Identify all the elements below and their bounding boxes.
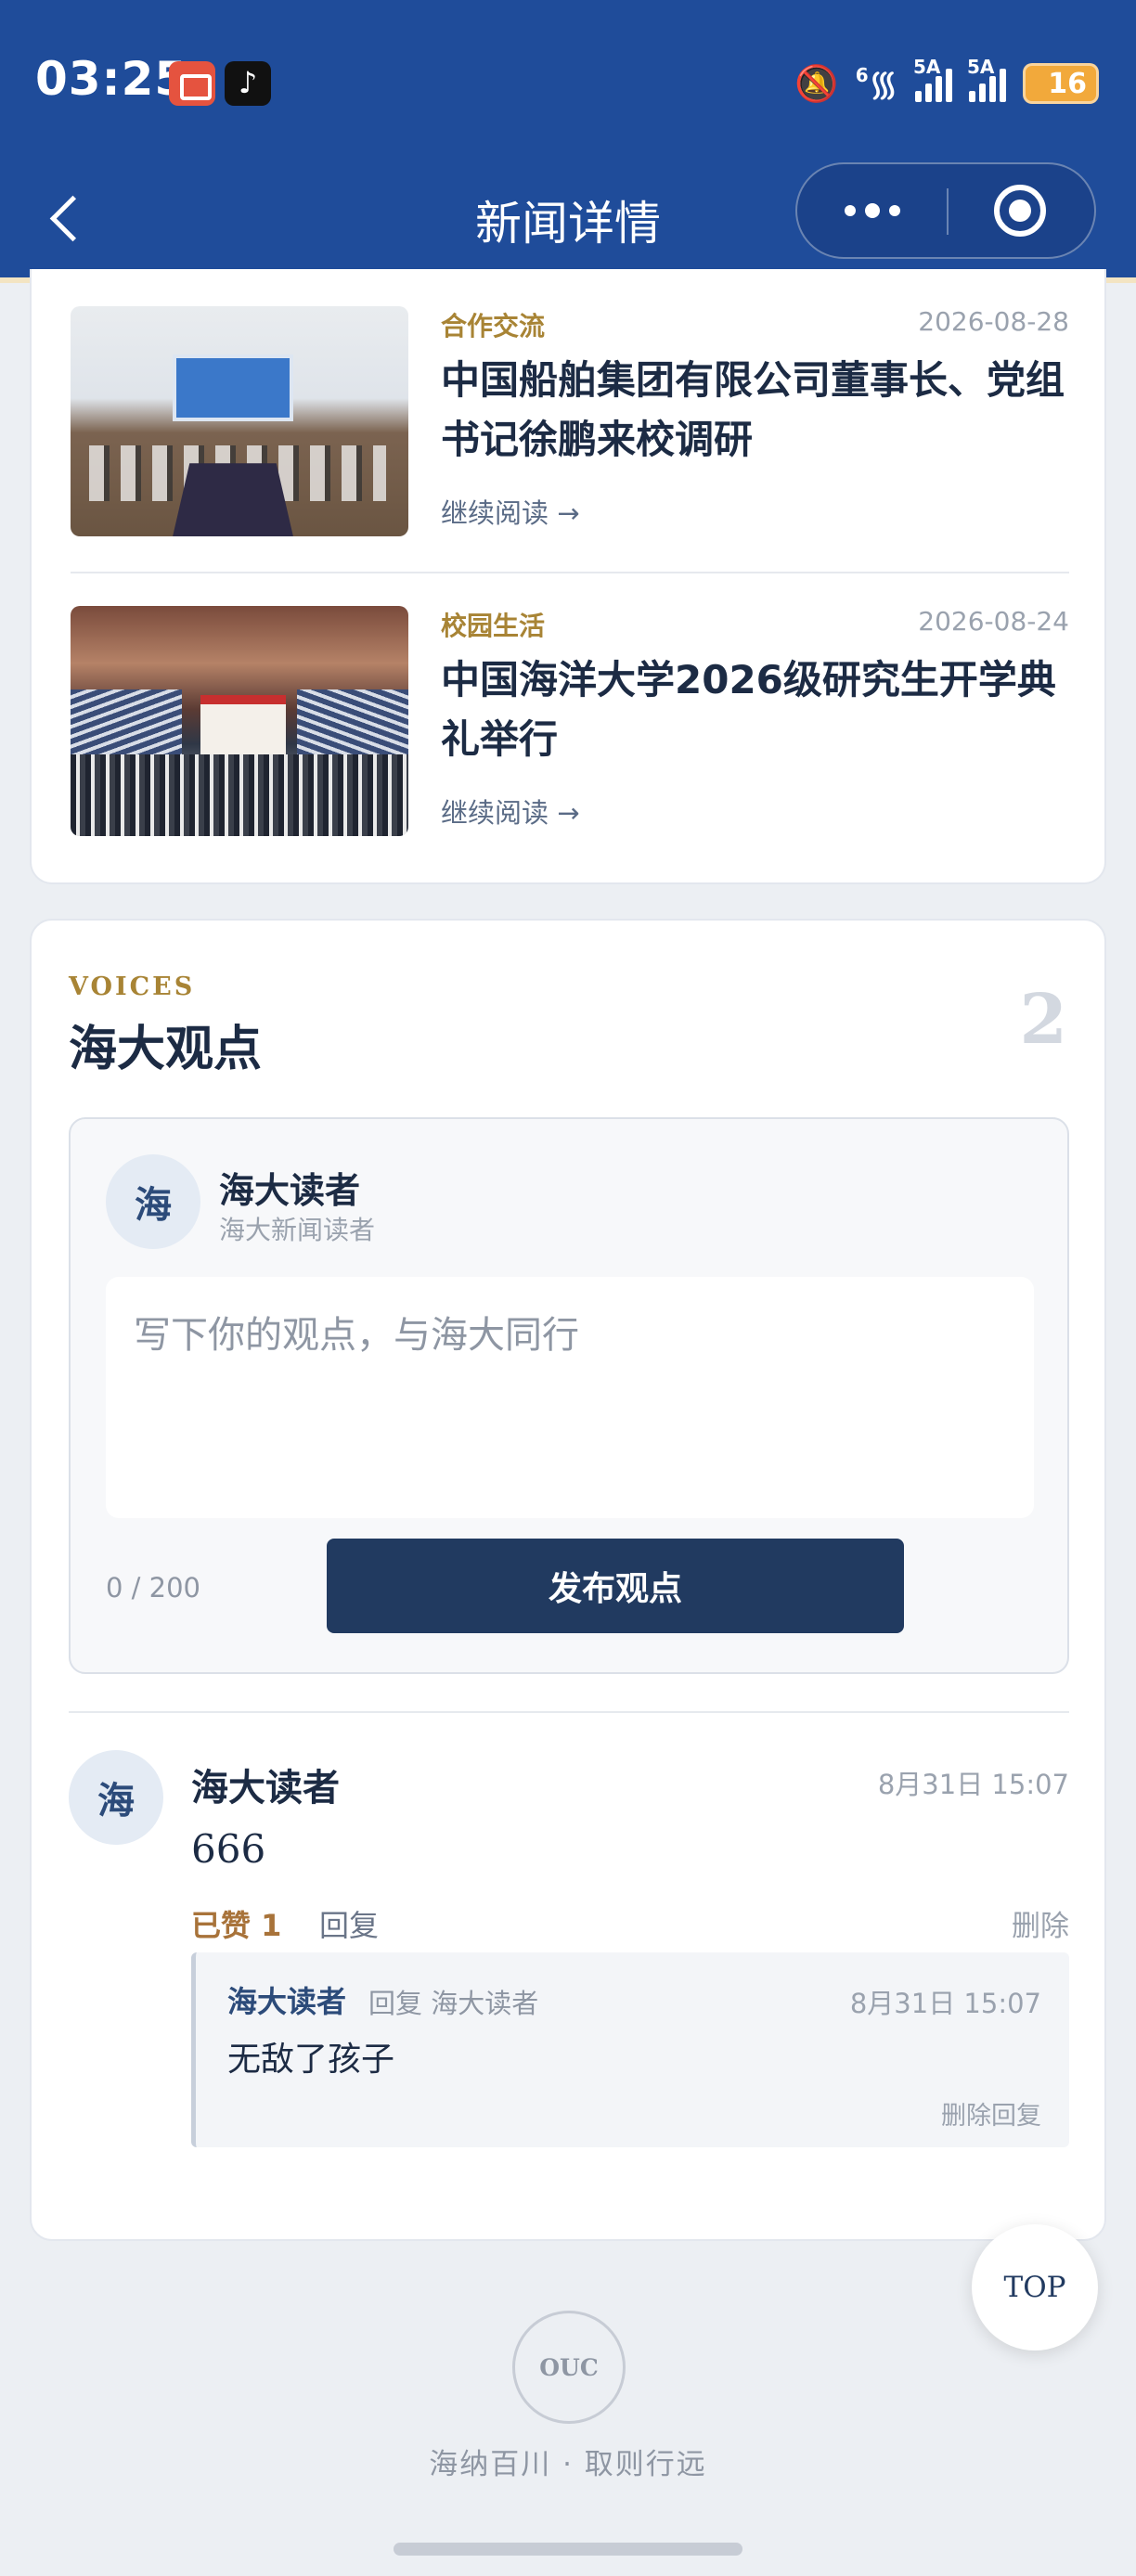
- delete-reply-button[interactable]: 删除回复: [941, 2095, 1041, 2132]
- comment-time: 8月31日 15:07: [877, 1769, 1069, 1800]
- screen-record-icon: [169, 61, 215, 106]
- signal-icon-2: 5A: [967, 56, 1006, 102]
- composer-subtitle: 海大新闻读者: [219, 1215, 376, 1245]
- news-item[interactable]: 合作交流 2026-08-28 中国船舶集团有限公司董事长、党组书记徐鹏来校调研…: [71, 306, 1069, 536]
- nav-bar: 新闻详情: [0, 162, 1136, 277]
- related-news-card: 合作交流 2026-08-28 中国船舶集团有限公司董事长、党组书记徐鹏来校调研…: [30, 269, 1106, 884]
- capsule-divider: [947, 188, 949, 235]
- news-item[interactable]: 校园生活 2026-08-24 中国海洋大学2026级研究生开学典礼举行 继续阅…: [71, 606, 1069, 836]
- news-thumbnail: [71, 606, 408, 836]
- signal-icon: 5A: [913, 56, 952, 102]
- composer-username: 海大读者: [219, 1170, 361, 1211]
- voices-card: VOICES 海大观点 2 海 海大读者 海大新闻读者 0 / 200 发布观点…: [30, 919, 1106, 2241]
- app-header: 03:25 ♪ 🔕 6᯾ 5A 5A 16 新闻详情: [0, 0, 1136, 283]
- reply-item: 海大读者 回复 海大读者 8月31日 15:07 无敌了孩子 删除回复: [191, 1952, 1069, 2147]
- home-indicator: [394, 2543, 742, 2556]
- news-date: 2026-08-24: [918, 606, 1069, 637]
- more-menu-icon[interactable]: [797, 164, 948, 257]
- comment-author: 海大读者: [191, 1767, 340, 1810]
- reply-text: 无敌了孩子: [227, 2041, 395, 2079]
- reply-time: 8月31日 15:07: [849, 1988, 1041, 2019]
- section-title: 海大观点: [69, 1022, 263, 1077]
- like-button[interactable]: 已赞 1: [191, 1902, 281, 1945]
- close-target-icon[interactable]: [994, 185, 1046, 237]
- news-title[interactable]: 中国船舶集团有限公司董事长、党组书记徐鹏来校调研: [441, 351, 1072, 470]
- reply-author: 海大读者: [227, 1984, 347, 2019]
- status-icons: 🔕 6᯾ 5A 5A 16: [794, 56, 1099, 109]
- miniprogram-capsule: [795, 162, 1096, 259]
- avatar: 海: [69, 1750, 163, 1845]
- news-thumbnail: [71, 306, 408, 536]
- comment-text: 666: [191, 1826, 266, 1872]
- tiktok-icon: ♪: [225, 61, 271, 106]
- avatar: 海: [106, 1154, 200, 1249]
- comment-count: 2: [1019, 980, 1068, 1060]
- news-category: 合作交流: [441, 311, 546, 341]
- char-counter: 0 / 200: [106, 1572, 201, 1604]
- status-bar: 03:25 ♪ 🔕 6᯾ 5A 5A 16: [0, 0, 1136, 162]
- reply-target: 回复 海大读者: [368, 1988, 539, 2019]
- comment-item: 海 海大读者 8月31日 15:07 666 已赞 1 回复 删除 海大读者 回…: [69, 1750, 1069, 2196]
- read-more-link[interactable]: 继续阅读 →: [441, 792, 580, 831]
- bell-muted-icon: 🔕: [794, 63, 839, 104]
- read-more-link[interactable]: 继续阅读 →: [441, 492, 580, 531]
- divider: [69, 1711, 1069, 1713]
- news-date: 2026-08-28: [918, 306, 1069, 337]
- reply-button[interactable]: 回复: [319, 1902, 379, 1945]
- footer-logo: OUC: [512, 2311, 626, 2424]
- news-title[interactable]: 中国海洋大学2026级研究生开学典礼举行: [441, 650, 1072, 769]
- comment-composer: 海 海大读者 海大新闻读者 0 / 200 发布观点: [69, 1117, 1069, 1674]
- news-body: 合作交流 2026-08-28 中国船舶集团有限公司董事长、党组书记徐鹏来校调研…: [441, 306, 1069, 536]
- footer-motto: 海纳百川 · 取则行远: [429, 2448, 707, 2481]
- comment-input[interactable]: [106, 1277, 1034, 1518]
- divider: [71, 572, 1069, 573]
- section-eyebrow: VOICES: [69, 972, 196, 1001]
- publish-button[interactable]: 发布观点: [327, 1539, 904, 1633]
- delete-button[interactable]: 删除: [1012, 1902, 1069, 1944]
- wifi-icon: 6᯾: [855, 63, 898, 104]
- status-time: 03:25: [35, 52, 188, 106]
- news-body: 校园生活 2026-08-24 中国海洋大学2026级研究生开学典礼举行 继续阅…: [441, 606, 1069, 836]
- battery-indicator: 16: [1023, 63, 1099, 104]
- scroll-to-top-button[interactable]: TOP: [972, 2224, 1098, 2351]
- news-category: 校园生活: [441, 611, 546, 641]
